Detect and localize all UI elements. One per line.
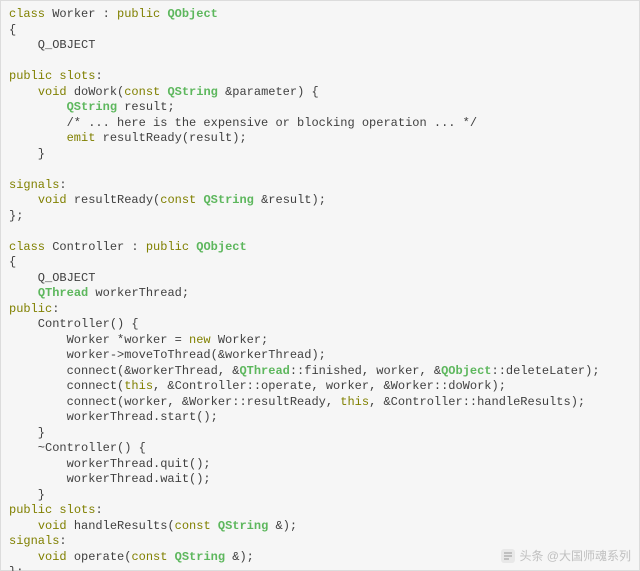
code-text xyxy=(167,550,174,564)
code-text xyxy=(9,131,67,145)
code-keyword: this xyxy=(124,379,153,393)
code-keyword: void xyxy=(38,550,67,564)
code-text: Worker : xyxy=(45,7,117,21)
code-text: }; xyxy=(9,565,23,571)
code-keyword: const xyxy=(160,193,196,207)
code-text xyxy=(9,286,38,300)
code-keyword: void xyxy=(38,519,67,533)
code-text: } xyxy=(9,488,45,502)
code-type: QString xyxy=(218,519,268,533)
code-text xyxy=(9,519,38,533)
code-text: }; xyxy=(9,209,23,223)
code-text: : xyxy=(59,178,66,192)
code-text: operate( xyxy=(67,550,132,564)
code-type: QString xyxy=(203,193,253,207)
code-text: workerThread.start(); xyxy=(9,410,218,424)
code-text: handleResults( xyxy=(67,519,175,533)
code-text: { xyxy=(9,255,16,269)
code-snippet-panel: class Worker : public QObject { Q_OBJECT… xyxy=(0,0,640,571)
code-keyword: signals xyxy=(9,534,59,548)
code-text: } xyxy=(9,426,45,440)
code-text: : xyxy=(95,69,102,83)
code-type: QThread xyxy=(239,364,289,378)
code-text: doWork( xyxy=(67,85,125,99)
code-text: , &Controller::operate, worker, &Worker:… xyxy=(153,379,506,393)
code-text: &result); xyxy=(254,193,326,207)
code-text: ::finished, worker, & xyxy=(290,364,441,378)
code-keyword: class xyxy=(9,240,45,254)
code-text: result; xyxy=(117,100,175,114)
code-block: class Worker : public QObject { Q_OBJECT… xyxy=(9,7,631,571)
code-text: : xyxy=(52,302,59,316)
code-keyword: const xyxy=(175,519,211,533)
code-keyword: public xyxy=(9,69,52,83)
code-text: worker->moveToThread(&workerThread); xyxy=(9,348,326,362)
code-keyword: public xyxy=(146,240,189,254)
code-text xyxy=(9,85,38,99)
code-text: Controller() { xyxy=(9,317,139,331)
code-text: , &Controller::handleResults); xyxy=(369,395,585,409)
code-text: : xyxy=(59,534,66,548)
code-text: : xyxy=(95,503,102,517)
code-keyword: void xyxy=(38,85,67,99)
code-text: workerThread.wait(); xyxy=(9,472,211,486)
code-text: resultReady(result); xyxy=(95,131,246,145)
code-keyword: const xyxy=(131,550,167,564)
code-keyword: new xyxy=(189,333,211,347)
code-keyword: class xyxy=(9,7,45,21)
code-type: QString xyxy=(167,85,217,99)
code-text: connect(&workerThread, & xyxy=(9,364,239,378)
code-text: &); xyxy=(268,519,297,533)
code-type: QObject xyxy=(167,7,217,21)
code-text: /* ... here is the expensive or blocking… xyxy=(9,116,477,130)
code-text: ~Controller() { xyxy=(9,441,146,455)
code-text: workerThread; xyxy=(88,286,189,300)
code-keyword: public xyxy=(117,7,160,21)
code-keyword: void xyxy=(38,193,67,207)
code-keyword: slots xyxy=(59,503,95,517)
toutiao-icon xyxy=(501,549,515,563)
code-keyword: public xyxy=(9,302,52,316)
code-text xyxy=(9,550,38,564)
code-keyword: signals xyxy=(9,178,59,192)
code-text: resultReady( xyxy=(67,193,161,207)
code-type: QObject xyxy=(441,364,491,378)
code-text: ::deleteLater); xyxy=(492,364,600,378)
code-text: { xyxy=(9,23,16,37)
code-text: workerThread.quit(); xyxy=(9,457,211,471)
code-text: &parameter) { xyxy=(218,85,319,99)
code-text: connect( xyxy=(9,379,124,393)
watermark-label: 头条 @大国师魂系列 xyxy=(519,547,631,564)
code-text: Controller : xyxy=(45,240,146,254)
code-type: QObject xyxy=(196,240,246,254)
code-text xyxy=(211,519,218,533)
code-text xyxy=(9,193,38,207)
code-type: QThread xyxy=(38,286,88,300)
code-text: Worker *worker = xyxy=(9,333,189,347)
code-text: Worker; xyxy=(211,333,269,347)
code-keyword: public xyxy=(9,503,52,517)
watermark: 头条 @大国师魂系列 xyxy=(501,547,631,564)
code-keyword: this xyxy=(340,395,369,409)
code-text: } xyxy=(9,147,45,161)
code-type: QString xyxy=(67,100,117,114)
code-text: connect(worker, &Worker::resultReady, xyxy=(9,395,340,409)
code-type: QString xyxy=(175,550,225,564)
code-text: &); xyxy=(225,550,254,564)
code-keyword: const xyxy=(124,85,160,99)
code-keyword: slots xyxy=(59,69,95,83)
code-keyword: emit xyxy=(67,131,96,145)
code-text: Q_OBJECT xyxy=(9,271,95,285)
code-text xyxy=(9,100,67,114)
code-text: Q_OBJECT xyxy=(9,38,95,52)
